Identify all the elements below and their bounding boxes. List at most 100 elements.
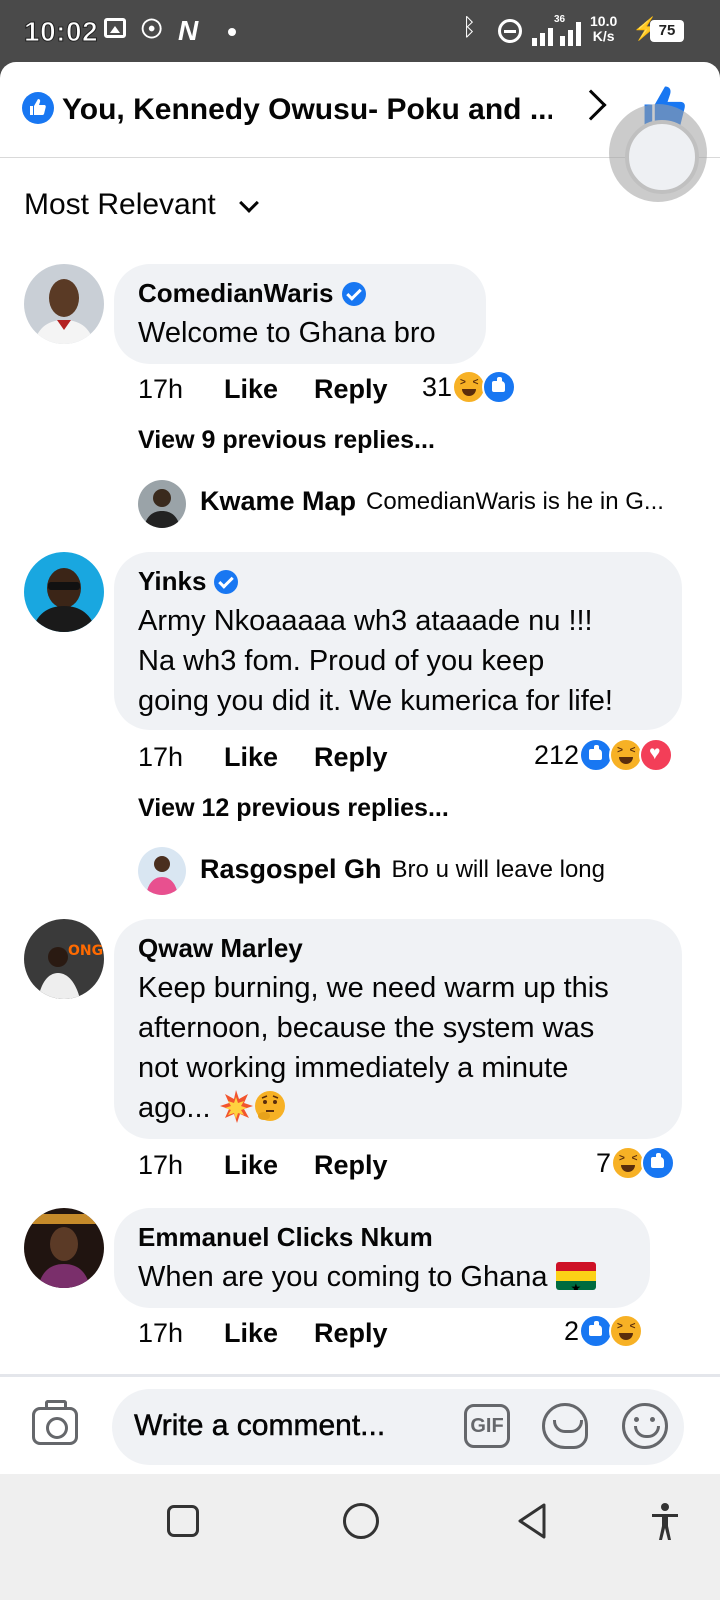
- comment-bubble[interactable]: Emmanuel Clicks Nkum When are you coming…: [114, 1208, 650, 1308]
- like-reaction-icon: [579, 738, 614, 772]
- haha-reaction-icon: [609, 1314, 644, 1348]
- reaction-count: 2: [564, 1315, 580, 1346]
- comment-time: 17h: [138, 1318, 184, 1348]
- reply-button[interactable]: Reply: [314, 1318, 388, 1349]
- sticker-icon[interactable]: [542, 1403, 588, 1449]
- like-reaction-icon: [579, 1314, 614, 1348]
- reply-button[interactable]: Reply: [314, 374, 388, 405]
- system-navigation-bar: [0, 1474, 720, 1600]
- comment-text: Army Nkoaaaaa wh3 ataaade nu !!! Na wh3 …: [138, 601, 658, 721]
- like-reaction-icon: [22, 92, 54, 124]
- touch-indicator: [609, 104, 707, 202]
- reaction-count: 7: [596, 1147, 612, 1178]
- comment-actions: 17h Like Reply 212: [138, 738, 688, 778]
- reply-button[interactable]: Reply: [314, 742, 388, 773]
- reply-text: ComedianWaris is he in G...: [366, 487, 664, 515]
- comment-actions: 17h Like Reply 7: [138, 1146, 688, 1186]
- comment-bubble[interactable]: ComedianWaris Welcome to Ghana bro: [114, 264, 486, 364]
- like-button[interactable]: Like: [224, 1150, 278, 1181]
- collision-emoji-icon: [219, 1089, 253, 1123]
- comment-author[interactable]: ComedianWaris: [138, 278, 334, 309]
- comment-text-line: Na wh3 fom. Proud of you keep: [138, 645, 545, 677]
- comment-composer: Write a comment... GIF: [0, 1374, 720, 1474]
- comment-text-content: When are you coming to Ghana: [138, 1261, 548, 1293]
- emoji-icon[interactable]: [622, 1403, 668, 1449]
- like-button[interactable]: Like: [224, 374, 278, 405]
- comment-text-line: afternoon, because the system was: [138, 1012, 595, 1044]
- comment-time: 17h: [138, 374, 184, 404]
- battery-icon: 75: [650, 20, 684, 42]
- reaction-summary[interactable]: 2: [564, 1314, 644, 1348]
- reaction-count: 212: [534, 739, 580, 770]
- svg-text:ONGE: ONGE: [68, 943, 104, 959]
- comment-bubble[interactable]: Yinks Army Nkoaaaaa wh3 ataaade nu !!! N…: [114, 552, 682, 730]
- avatar[interactable]: [138, 847, 186, 895]
- verified-badge-icon: [214, 569, 239, 594]
- comment-text-line: going you did it. We kumerica for life!: [138, 685, 613, 717]
- like-reaction-icon: [641, 1146, 676, 1180]
- comment-text-line: Army Nkoaaaaa wh3 ataaade nu !!!: [138, 605, 593, 637]
- reaction-summary[interactable]: 31: [422, 370, 517, 404]
- reply-author[interactable]: Rasgospel Gh: [200, 854, 382, 885]
- comment-input-placeholder[interactable]: Write a comment...: [134, 1409, 386, 1443]
- n-notification-icon: N: [178, 15, 199, 46]
- reaction-summary[interactable]: 7: [596, 1146, 676, 1180]
- haha-reaction-icon: [452, 370, 487, 404]
- view-previous-replies[interactable]: View 12 previous replies...: [138, 794, 449, 823]
- comment-actions: 17h Like Reply 2: [138, 1314, 688, 1354]
- avatar[interactable]: ONGE: [24, 919, 104, 999]
- love-reaction-icon: [639, 738, 674, 772]
- thinking-emoji-icon: [253, 1089, 287, 1123]
- comment-author[interactable]: Qwaw Marley: [138, 933, 303, 964]
- haha-reaction-icon: [611, 1146, 646, 1180]
- latest-reply[interactable]: Kwame Map ComedianWaris is he in G...: [200, 486, 720, 517]
- back-button[interactable]: [516, 1502, 548, 1545]
- view-previous-replies[interactable]: View 9 previous replies...: [138, 426, 435, 455]
- comment-author[interactable]: Emmanuel Clicks Nkum: [138, 1222, 433, 1253]
- more-notifications-icon: [228, 28, 236, 36]
- chevron-down-icon[interactable]: [239, 193, 259, 213]
- home-button[interactable]: [343, 1503, 379, 1539]
- sort-dropdown[interactable]: Most Relevant: [24, 188, 216, 222]
- comment-text: When are you coming to Ghana ★: [138, 1257, 626, 1297]
- avatar[interactable]: [138, 480, 186, 528]
- reply-text: Bro u will leave long: [391, 855, 605, 883]
- signal-icon: 36: [530, 14, 586, 46]
- network-speed: 10.0 K/s: [590, 14, 617, 44]
- reaction-count: 31: [422, 371, 453, 402]
- avatar[interactable]: [24, 264, 104, 344]
- comment-text-line: ago...: [138, 1092, 211, 1124]
- camera-icon[interactable]: [32, 1400, 78, 1445]
- latest-reply[interactable]: Rasgospel Gh Bro u will leave long: [200, 854, 720, 885]
- recents-button[interactable]: [167, 1505, 199, 1537]
- comments-sheet: You, Kennedy Owusu- Poku and ... Most Re…: [0, 62, 720, 1474]
- reaction-summary[interactable]: 212: [534, 738, 674, 772]
- accessibility-icon[interactable]: [649, 1502, 681, 1547]
- avatar[interactable]: [24, 1208, 104, 1288]
- gif-button[interactable]: GIF: [464, 1404, 510, 1448]
- avatar[interactable]: [24, 552, 104, 632]
- comment-actions: 17h Like Reply 31: [138, 370, 678, 410]
- ghana-flag-icon: ★: [555, 1262, 596, 1290]
- like-reaction-icon: [482, 370, 517, 404]
- bluetooth-icon: ᛒ: [462, 14, 477, 41]
- comment-text: Welcome to Ghana bro: [138, 317, 436, 349]
- status-time: 10:02: [23, 16, 99, 48]
- status-bar: 10:02 ☉ N ᛒ 36 10.0 K/s ⚡ 75: [0, 0, 720, 64]
- reply-author[interactable]: Kwame Map: [200, 486, 356, 517]
- comment-text: Keep burning, we need warm up this after…: [138, 968, 658, 1128]
- comment-text-line: Keep burning, we need warm up this: [138, 972, 609, 1004]
- reactions-summary[interactable]: You, Kennedy Owusu- Poku and ...: [62, 93, 552, 127]
- reply-button[interactable]: Reply: [314, 1150, 388, 1181]
- haha-reaction-icon: [609, 738, 644, 772]
- comment-input[interactable]: Write a comment... GIF: [112, 1389, 684, 1465]
- gallery-icon: [104, 18, 126, 38]
- comment-author[interactable]: Yinks: [138, 566, 206, 597]
- comment-text-line: not working immediately a minute: [138, 1052, 569, 1084]
- comment-time: 17h: [138, 1150, 184, 1180]
- like-button[interactable]: Like: [224, 1318, 278, 1349]
- chevron-right-icon[interactable]: [575, 89, 607, 121]
- verified-badge-icon: [341, 281, 366, 306]
- comment-bubble[interactable]: Qwaw Marley Keep burning, we need warm u…: [114, 919, 682, 1139]
- like-button[interactable]: Like: [224, 742, 278, 773]
